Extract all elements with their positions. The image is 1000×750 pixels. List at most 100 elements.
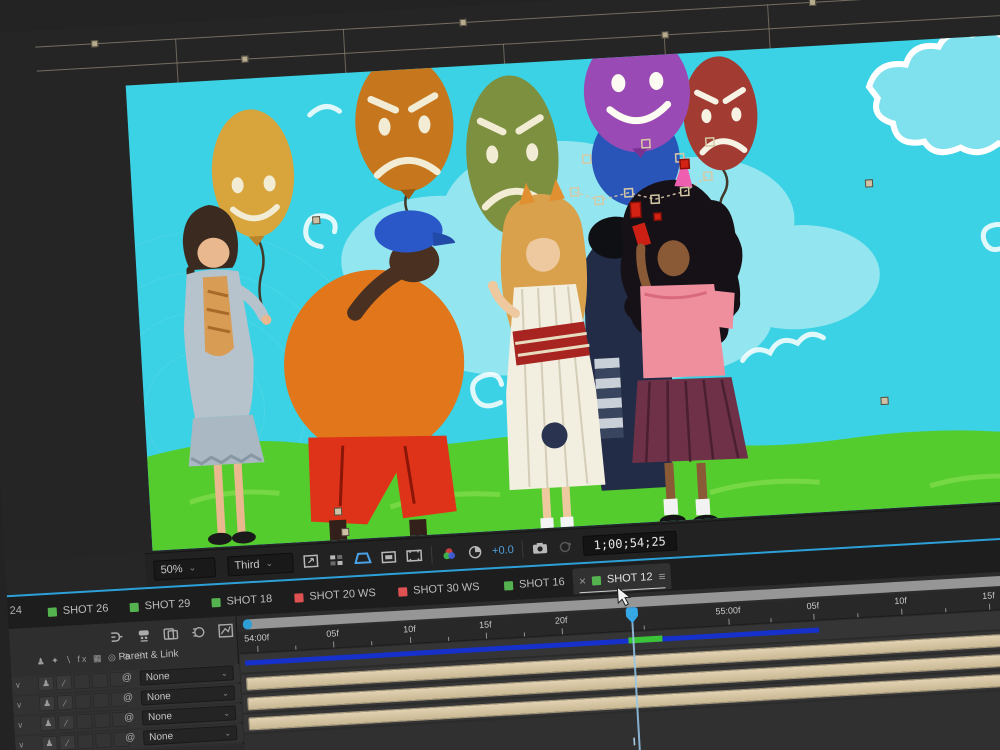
pickwhip-icon[interactable]: @ bbox=[121, 672, 132, 684]
collapse-chevron-icon[interactable]: ∨ bbox=[16, 701, 22, 710]
graph-editor-icon[interactable] bbox=[218, 623, 234, 638]
navigator-start-handle[interactable] bbox=[242, 619, 253, 630]
shy-switch[interactable]: ♟ bbox=[38, 695, 56, 712]
chevron-down-icon: ⌄ bbox=[223, 708, 231, 718]
quality-switch[interactable]: ∕ bbox=[55, 674, 73, 691]
composition-artwork bbox=[125, 28, 1000, 551]
fx-switch[interactable] bbox=[73, 673, 91, 690]
ruler-tick-label: 10f bbox=[894, 595, 908, 607]
fx-switch[interactable] bbox=[74, 693, 92, 710]
parent-dropdown[interactable]: None ⌄ bbox=[140, 685, 236, 706]
toolbar-divider bbox=[521, 539, 524, 558]
tab-shot-20-ws[interactable]: SHOT 20 WS bbox=[288, 580, 383, 611]
comp-color-swatch bbox=[211, 597, 221, 607]
photographed-monitor: 50% ⌄ Third ⌄ +0.0 1;00;54;25 24 SHOT 26… bbox=[0, 0, 1000, 750]
parent-dropdown[interactable]: None ⌄ bbox=[141, 705, 237, 726]
comp-color-swatch bbox=[294, 592, 304, 603]
parent-link-header: Parent & Link bbox=[118, 648, 179, 663]
show-snapshot-icon[interactable] bbox=[556, 538, 575, 555]
selection-handle[interactable] bbox=[91, 40, 99, 48]
ruler-tick-label: 54:00f bbox=[243, 632, 270, 644]
selection-handle[interactable] bbox=[808, 0, 817, 7]
comp-color-swatch bbox=[503, 580, 514, 591]
composition-viewport[interactable] bbox=[125, 27, 1000, 551]
fx-switch[interactable] bbox=[76, 733, 94, 750]
quality-switch[interactable]: ∕ bbox=[56, 694, 74, 711]
tab-shot-16[interactable]: SHOT 16 bbox=[497, 569, 571, 599]
blur-switch[interactable] bbox=[94, 732, 112, 749]
tab-label: SHOT 20 WS bbox=[309, 586, 377, 603]
chevron-down-icon: ⌄ bbox=[265, 557, 274, 569]
tab-shot-18[interactable]: SHOT 18 bbox=[205, 586, 279, 616]
color-management-icon[interactable] bbox=[440, 545, 459, 562]
collapse-chevron-icon[interactable]: ∨ bbox=[15, 681, 21, 690]
fx-switch[interactable] bbox=[75, 713, 93, 730]
parent-dropdown[interactable]: None ⌄ bbox=[139, 665, 235, 686]
balloon-red-angry bbox=[683, 56, 758, 171]
tab-label: SHOT 12 bbox=[606, 571, 653, 586]
shy-switch[interactable]: ♟ bbox=[41, 735, 58, 750]
snapshot-camera-icon[interactable] bbox=[530, 539, 549, 556]
motion-blur-icon[interactable] bbox=[191, 625, 206, 640]
chevron-down-icon: ⌄ bbox=[221, 688, 230, 698]
timeline-left-pane: ♟ ✦ ∖ fx ▦ ◎ ⊘ ☉ Parent & Link ∨ ♟ ∕ @ No… bbox=[8, 616, 256, 750]
blur-switch[interactable] bbox=[91, 672, 109, 689]
tab-shot-29[interactable]: SHOT 29 bbox=[123, 590, 197, 620]
pickwhip-icon[interactable]: @ bbox=[125, 732, 136, 744]
panel-menu-icon[interactable]: ≡ bbox=[658, 569, 665, 583]
exposure-icon[interactable] bbox=[466, 543, 485, 560]
comp-color-swatch bbox=[129, 602, 139, 612]
pickwhip-icon[interactable]: @ bbox=[124, 712, 135, 724]
magnification-dropdown[interactable]: 50% ⌄ bbox=[153, 556, 217, 581]
ruler-tick-label: 05f bbox=[806, 600, 820, 612]
collapse-chevron-icon[interactable]: ∨ bbox=[18, 740, 24, 749]
blur-switch[interactable] bbox=[92, 692, 110, 709]
selection-handle[interactable] bbox=[459, 18, 467, 27]
quality-switch[interactable]: ∕ bbox=[58, 734, 76, 750]
cloud-outline-right bbox=[865, 28, 1000, 156]
mini-flowchart-icon[interactable] bbox=[109, 630, 125, 645]
resolution-value: Third bbox=[234, 558, 260, 572]
timecode-display[interactable]: 1;00;54;25 bbox=[582, 530, 678, 556]
comp-color-swatch bbox=[398, 586, 408, 597]
guides-frame-icon[interactable] bbox=[405, 547, 424, 564]
selection-handle[interactable] bbox=[661, 31, 669, 39]
shy-switch[interactable]: ♟ bbox=[37, 675, 55, 692]
collapse-chevron-icon[interactable]: ∨ bbox=[17, 720, 23, 729]
ruler-tick-label: 20f bbox=[554, 614, 568, 626]
transparency-grid-icon[interactable] bbox=[327, 551, 346, 568]
parent-dropdown[interactable]: None ⌄ bbox=[142, 725, 238, 746]
tab-partial-shot24[interactable]: 24 bbox=[9, 604, 22, 617]
pickwhip-icon[interactable]: @ bbox=[123, 692, 134, 704]
resolution-dropdown[interactable]: Third ⌄ bbox=[226, 552, 294, 576]
tab-label: SHOT 29 bbox=[144, 597, 191, 613]
selection-handle[interactable] bbox=[241, 55, 249, 63]
playhead[interactable] bbox=[625, 606, 640, 624]
chevron-down-icon: ⌄ bbox=[220, 668, 228, 679]
chevron-down-icon: ⌄ bbox=[224, 728, 232, 738]
quality-switch[interactable]: ∕ bbox=[57, 714, 75, 731]
after-effects-window: 50% ⌄ Third ⌄ +0.0 1;00;54;25 24 SHOT 26… bbox=[0, 0, 1000, 750]
shy-switch[interactable]: ♟ bbox=[39, 715, 57, 732]
ruler-tick-label: 15f bbox=[981, 590, 996, 602]
blur-switch[interactable] bbox=[93, 712, 111, 729]
ruler-tick-label: 10f bbox=[402, 623, 416, 635]
tab-shot-26[interactable]: SHOT 26 bbox=[41, 595, 115, 625]
tab-label: SHOT 30 WS bbox=[412, 581, 480, 597]
shy-layers-icon[interactable] bbox=[137, 628, 151, 643]
view-layout-icon[interactable] bbox=[301, 553, 320, 570]
toolbar-divider bbox=[430, 545, 433, 564]
region-of-interest-icon[interactable] bbox=[379, 548, 398, 565]
chevron-down-icon: ⌄ bbox=[188, 562, 197, 573]
tab-label: SHOT 18 bbox=[226, 592, 273, 608]
ruler-tick-label: 05f bbox=[326, 628, 340, 639]
ruler-tick-label: 15f bbox=[478, 619, 492, 631]
close-icon[interactable]: × bbox=[579, 574, 587, 588]
exposure-value[interactable]: +0.0 bbox=[492, 543, 514, 556]
mouse-cursor bbox=[616, 585, 632, 607]
frame-blending-icon[interactable] bbox=[163, 626, 179, 641]
tab-shot-30-ws[interactable]: SHOT 30 WS bbox=[392, 574, 487, 605]
mask-visibility-icon[interactable] bbox=[353, 550, 372, 567]
balloon-orange-angry bbox=[355, 55, 454, 200]
tab-label: SHOT 16 bbox=[518, 576, 566, 591]
